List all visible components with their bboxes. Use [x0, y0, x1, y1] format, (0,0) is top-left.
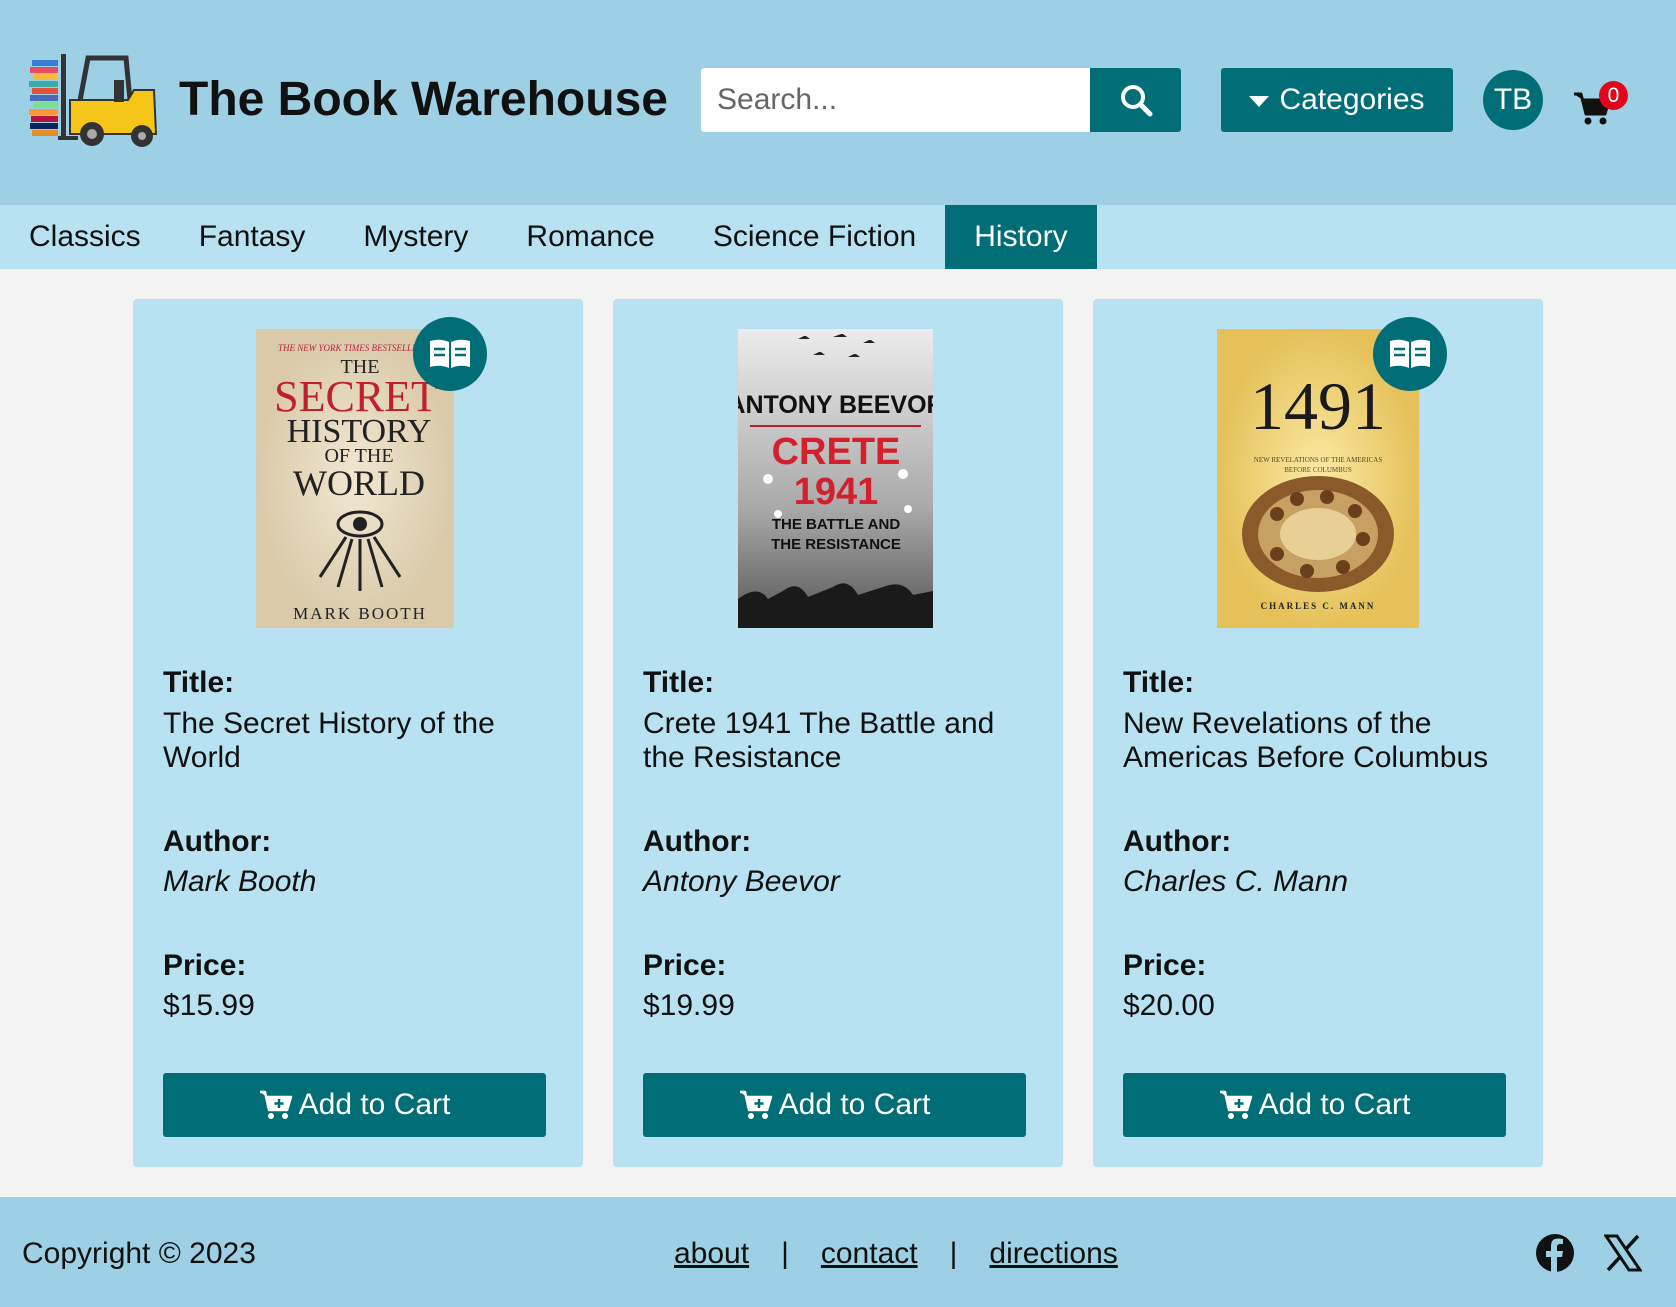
book-cover-image[interactable]: ANTONY BEEVOR CRETE 1941 THE BATTLE AND … [738, 329, 933, 628]
add-to-cart-label: Add to Cart [298, 1088, 451, 1121]
book-price: $15.99 [163, 989, 255, 1022]
cover-subtitle-line: BEFORE COLUMBUS [1284, 466, 1352, 474]
site-header: The Book Warehouse Categories TB 0 [0, 0, 1676, 205]
cover-subtitle-line: THE RESISTANCE [771, 536, 901, 553]
tab-classics[interactable]: Classics [0, 205, 170, 269]
cover-title-line: CRETE [772, 431, 901, 473]
book-title: The Secret History of the World [163, 707, 495, 774]
book-card: THE NEW YORK TIMES BESTSELLER THE SECRET… [133, 299, 583, 1167]
title-label: Title: [163, 666, 235, 699]
cover-top-line: THE NEW YORK TIMES BESTSELLER [278, 343, 424, 353]
cover-author: MARK BOOTH [293, 604, 427, 623]
cover-subtitle-line: NEW REVELATIONS OF THE AMERICAS [1254, 456, 1383, 464]
site-title[interactable]: The Book Warehouse [179, 72, 668, 127]
facebook-icon[interactable] [1535, 1233, 1575, 1273]
site-footer: Copyright © 2023 about | contact | direc… [0, 1197, 1676, 1307]
cart-plus-icon [1219, 1090, 1252, 1119]
cart-plus-icon [739, 1090, 772, 1119]
tab-science-fiction[interactable]: Science Fiction [684, 205, 945, 269]
book-price: $20.00 [1123, 989, 1215, 1022]
price-label: Price: [643, 949, 727, 982]
cover-title-line: 1941 [794, 471, 879, 513]
book-author: Antony Beevor [643, 865, 840, 898]
book-price: $19.99 [643, 989, 735, 1022]
cover-author: ANTONY BEEVOR [738, 391, 933, 419]
footer-links: about | contact | directions [674, 1237, 1118, 1271]
preview-badge[interactable] [413, 317, 487, 391]
add-to-cart-button[interactable]: Add to Cart [1123, 1073, 1506, 1137]
tab-history[interactable]: History [945, 205, 1097, 269]
book-open-reader-icon [430, 339, 470, 368]
search-bar [701, 68, 1181, 132]
about-link[interactable]: about [674, 1237, 749, 1271]
cover-title-line: WORLD [293, 463, 425, 503]
forklift-books-logo[interactable] [28, 50, 168, 150]
contact-link[interactable]: contact [821, 1237, 918, 1271]
price-label: Price: [163, 949, 247, 982]
book-title: Crete 1941 The Battle and the Resistance [643, 707, 995, 774]
book-card: ANTONY BEEVOR CRETE 1941 THE BATTLE AND … [613, 299, 1063, 1167]
book-author: Mark Booth [163, 865, 317, 898]
add-to-cart-label: Add to Cart [1258, 1088, 1411, 1121]
directions-link[interactable]: directions [989, 1237, 1117, 1271]
caret-down-icon [1249, 96, 1270, 107]
book-open-reader-icon [1390, 339, 1430, 368]
cover-author: CHARLES C. MANN [1261, 601, 1376, 611]
cart-count-badge: 0 [1599, 81, 1628, 110]
categories-dropdown-button[interactable]: Categories [1221, 68, 1453, 132]
price-label: Price: [1123, 949, 1207, 982]
search-input[interactable] [701, 68, 1090, 132]
title-label: Title: [1123, 666, 1195, 699]
title-label: Title: [643, 666, 715, 699]
add-to-cart-button[interactable]: Add to Cart [643, 1073, 1026, 1137]
preview-badge[interactable] [1373, 317, 1447, 391]
tab-mystery[interactable]: Mystery [334, 205, 497, 269]
link-separator: | [781, 1237, 789, 1270]
cover-title-line: 1491 [1250, 368, 1386, 444]
author-label: Author: [1123, 825, 1232, 858]
user-avatar[interactable]: TB [1483, 70, 1543, 130]
author-label: Author: [163, 825, 272, 858]
book-title: New Revelations of the Americas Before C… [1123, 707, 1489, 774]
categories-label: Categories [1279, 83, 1425, 116]
cover-subtitle-line: THE BATTLE AND [772, 516, 900, 533]
book-author: Charles C. Mann [1123, 865, 1349, 898]
link-separator: | [949, 1237, 958, 1270]
x-twitter-icon[interactable] [1604, 1233, 1642, 1273]
search-button[interactable] [1090, 68, 1181, 132]
author-label: Author: [643, 825, 752, 858]
book-card: 1491 NEW REVELATIONS OF THE AMERICAS BEF… [1093, 299, 1543, 1167]
copyright-text: Copyright © 2023 [22, 1237, 256, 1270]
tab-romance[interactable]: Romance [497, 205, 683, 269]
tab-fantasy[interactable]: Fantasy [170, 205, 335, 269]
search-icon [1120, 85, 1152, 117]
cart-plus-icon [259, 1090, 292, 1119]
add-to-cart-label: Add to Cart [778, 1088, 931, 1121]
category-nav: Classics Fantasy Mystery Romance Science… [0, 205, 1676, 269]
add-to-cart-button[interactable]: Add to Cart [163, 1073, 546, 1137]
